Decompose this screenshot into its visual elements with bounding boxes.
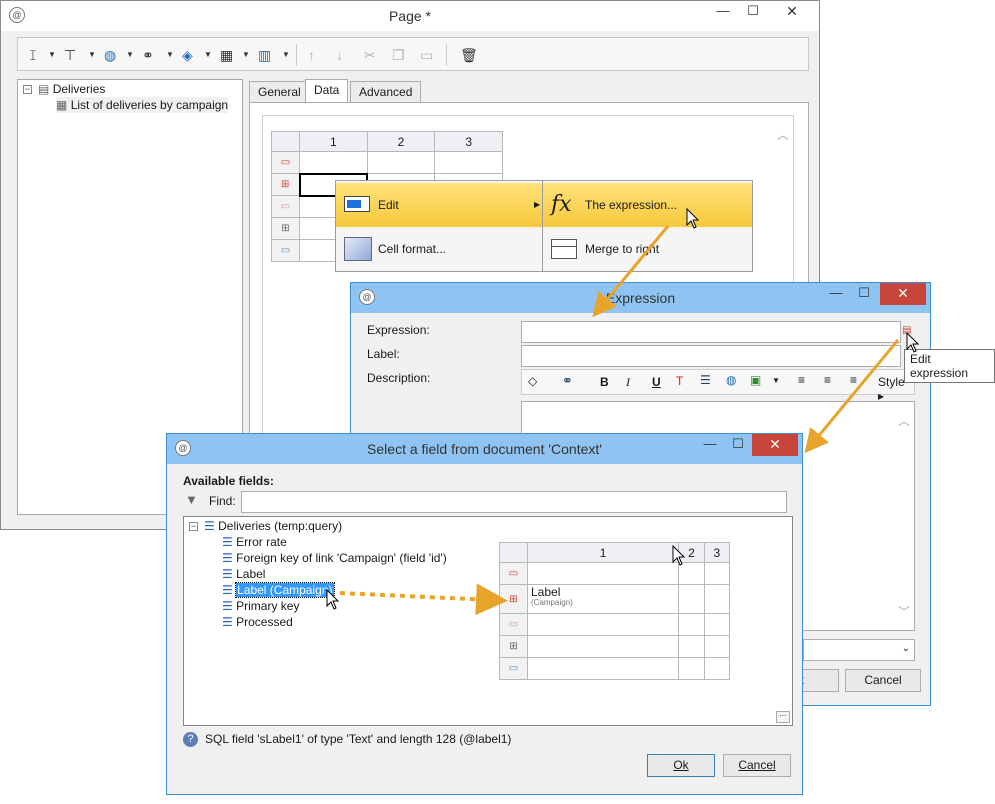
arrow-to-select-window [804, 339, 900, 454]
arrow-to-expression [592, 225, 670, 318]
annotation-arrows [339, 225, 900, 616]
arrow-drag-field [339, 583, 508, 616]
